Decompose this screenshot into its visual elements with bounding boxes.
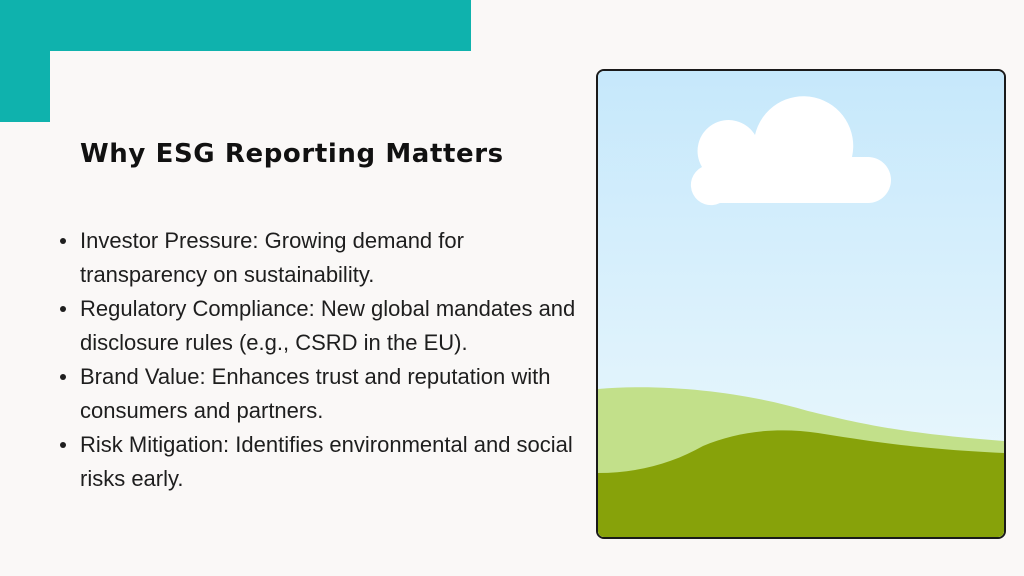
bullet-text: Regulatory Compliance: New global mandat… xyxy=(80,296,576,355)
accent-bar-top xyxy=(0,0,471,51)
bullet-dot-icon xyxy=(60,238,66,244)
bullet-item-risk-mitigation: Risk Mitigation: Identifies environmenta… xyxy=(56,428,576,496)
bullet-dot-icon xyxy=(60,306,66,312)
accent-bar-left xyxy=(0,0,50,122)
bullet-item-regulatory-compliance: Regulatory Compliance: New global mandat… xyxy=(56,292,576,360)
bullet-text: Risk Mitigation: Identifies environmenta… xyxy=(80,432,573,491)
bullet-dot-icon xyxy=(60,374,66,380)
bullet-item-investor-pressure: Investor Pressure: Growing demand for tr… xyxy=(56,224,576,292)
bullet-dot-icon xyxy=(60,442,66,448)
bullet-text: Brand Value: Enhances trust and reputati… xyxy=(80,364,551,423)
slide-title: Why ESG Reporting Matters xyxy=(80,139,504,169)
bullet-item-brand-value: Brand Value: Enhances trust and reputati… xyxy=(56,360,576,428)
bullet-text: Investor Pressure: Growing demand for tr… xyxy=(80,228,464,287)
bullet-list: Investor Pressure: Growing demand for tr… xyxy=(56,224,576,496)
landscape-image xyxy=(598,71,1004,537)
landscape-illustration xyxy=(596,69,1006,539)
